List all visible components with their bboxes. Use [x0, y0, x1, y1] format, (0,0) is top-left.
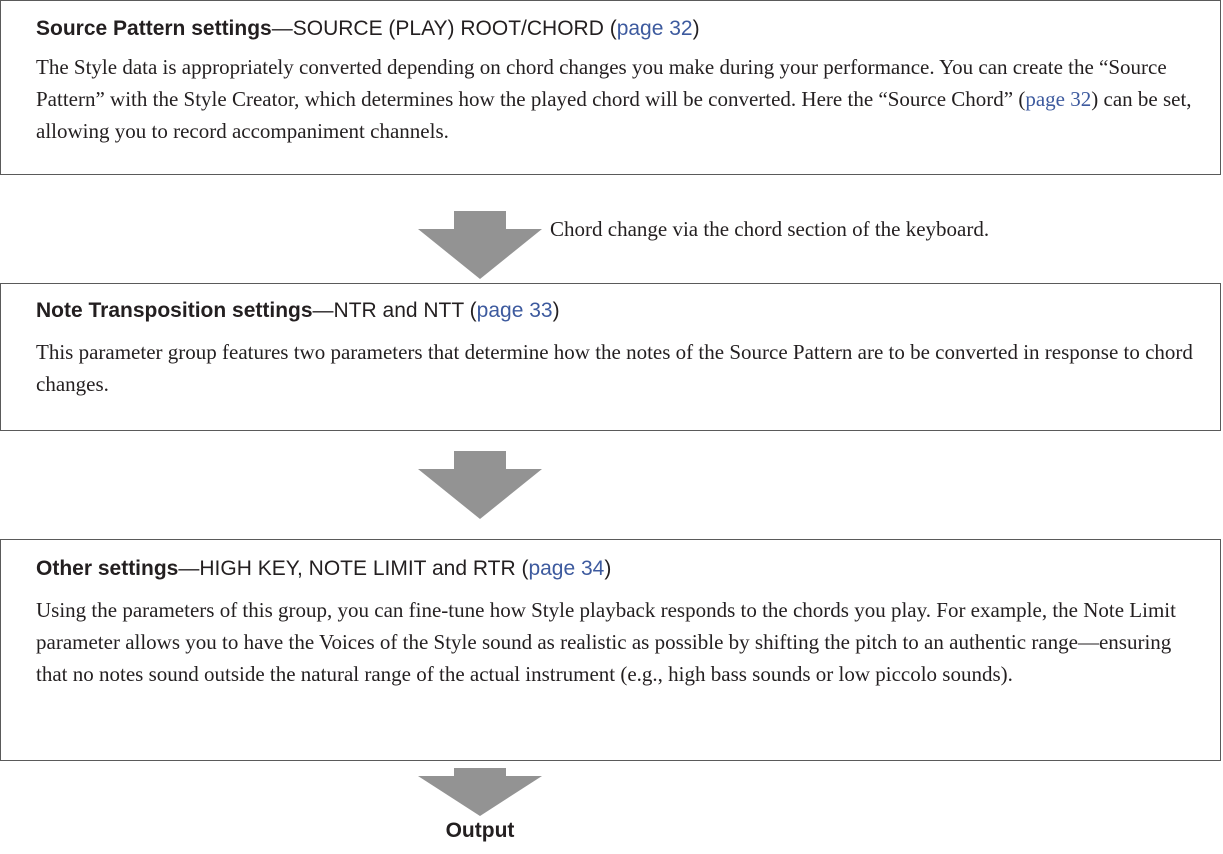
note-transposition-title-close: ): [552, 299, 560, 322]
other-settings-page-link[interactable]: page 34: [528, 557, 604, 580]
other-settings-description: Using the parameters of this group, you …: [36, 598, 1176, 686]
note-transposition-page-link[interactable]: page 33: [477, 299, 553, 322]
other-settings-title-bold: Other settings: [36, 557, 179, 580]
chord-change-note: Chord change via the chord section of th…: [550, 217, 990, 241]
other-settings-box: Other settings—HIGH KEY, NOTE LIMIT and …: [0, 539, 1221, 761]
other-settings-title-params: —HIGH KEY, NOTE LIMIT and RTR (: [178, 557, 529, 580]
output-label: Output: [445, 819, 515, 842]
note-transposition-title: Note Transposition settings—NTR and NTT …: [36, 298, 560, 324]
note-transposition-title-bold: Note Transposition settings: [36, 299, 313, 322]
down-arrow-icon-shape: [418, 451, 542, 519]
other-settings-title: Other settings—HIGH KEY, NOTE LIMIT and …: [36, 556, 611, 582]
source-pattern-box: Source Pattern settings—SOURCE (PLAY) RO…: [0, 0, 1221, 175]
source-pattern-title: Source Pattern settings—SOURCE (PLAY) RO…: [36, 16, 700, 42]
down-arrow-icon-shape: [418, 768, 542, 816]
source-pattern-title-params: —SOURCE (PLAY) ROOT/CHORD (: [271, 17, 617, 40]
source-pattern-title-bold: Source Pattern settings: [36, 17, 272, 40]
source-pattern-title-close: ): [692, 17, 700, 40]
source-pattern-body-part1: The Style data is appropriately converte…: [36, 55, 1167, 111]
other-settings-title-close: ): [604, 557, 612, 580]
note-transposition-box: Note Transposition settings—NTR and NTT …: [0, 283, 1221, 431]
source-pattern-page-link[interactable]: page 32: [617, 17, 693, 40]
down-arrow-icon-shape: [418, 211, 542, 279]
source-chord-page-link[interactable]: page 32: [1025, 87, 1091, 111]
note-transposition-title-params: —NTR and NTT (: [312, 299, 477, 322]
source-pattern-description: The Style data is appropriately converte…: [36, 51, 1196, 147]
note-transposition-description: This parameter group features two parame…: [36, 340, 1193, 396]
